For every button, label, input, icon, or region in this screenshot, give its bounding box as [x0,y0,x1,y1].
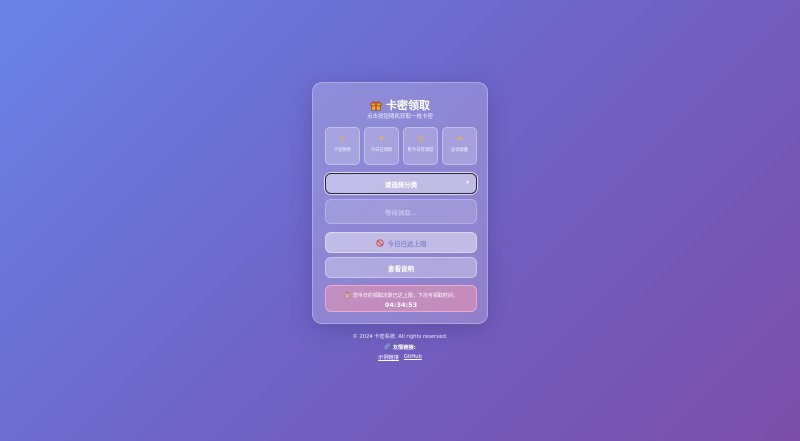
stats-row: ▯ 卡密剩余 ✶ 今日已领取 ◷ 距今日可领取 ∞ 总领取量 [325,127,477,165]
countdown-timer: 04:34:53 [384,301,418,309]
stat-remaining: ▯ 卡密剩余 [325,127,360,165]
copyright-text: © 2024 卡密系统. All rights reserved. [352,334,448,340]
friend-links-label: 友情链接: [392,345,416,351]
friend-links-heading: 🔗 友情链接: [300,344,500,351]
clock-icon: ◷ [417,134,424,143]
ban-icon [375,238,384,247]
stat-time-until: ◷ 距今日可领取 [403,127,438,165]
stat-label: 卡密剩余 [333,148,352,153]
claim-limit-label: 今日已达上限 [387,239,427,248]
category-select-value: 请选择分类 [384,180,418,189]
card-subtitle: 点击按钮随机获取一枚卡密 [366,114,433,120]
notice-line: ⏳ 您今日的领取次数已达上限，下次可领取时间： [326,292,476,300]
claim-card: 卡密领取 点击按钮随机获取一枚卡密 ▯ 卡密剩余 ✶ 今日已领取 ◷ 距今日可领… [312,82,488,324]
stat-claimed-today: ✶ 今日已领取 [364,127,399,165]
stat-label: 距今日可领取 [407,148,434,153]
notice-message: 您今日的领取次数已达上限，下次可领取时间： [352,293,458,299]
link-icon: 🔗 [384,344,391,350]
hourglass-icon: ⏳ [344,292,351,299]
title-text: 卡密领取 [386,99,430,112]
card-title: 卡密领取 [313,97,487,113]
stat-total: ∞ 总领取量 [442,127,477,165]
category-select[interactable]: 请选择分类 ▾ [325,173,477,194]
stat-label: 总领取量 [450,148,469,153]
friend-link-example[interactable]: 示例链接 [378,354,399,361]
page-footer: © 2024 卡密系统. All rights reserved. 🔗 友情链接… [300,333,500,361]
gift-icon [370,101,382,111]
claim-limit-button[interactable]: 今日已达上限 [325,232,477,253]
stat-label: 今日已领取 [370,148,393,153]
friend-links: 示例链接 GitHub [300,354,500,361]
result-display: 等待领取... [325,199,477,224]
star-icon: ✶ [378,134,385,143]
chevron-down-icon: ▾ [465,179,469,186]
ticket-icon: ▯ [340,134,345,143]
friend-link-github[interactable]: GitHub [404,354,422,361]
limit-notice: ⏳ 您今日的领取次数已达上限，下次可领取时间： 04:34:53 [325,285,477,312]
infinity-icon: ∞ [456,134,463,143]
help-button[interactable]: 查看说明 [325,257,477,278]
